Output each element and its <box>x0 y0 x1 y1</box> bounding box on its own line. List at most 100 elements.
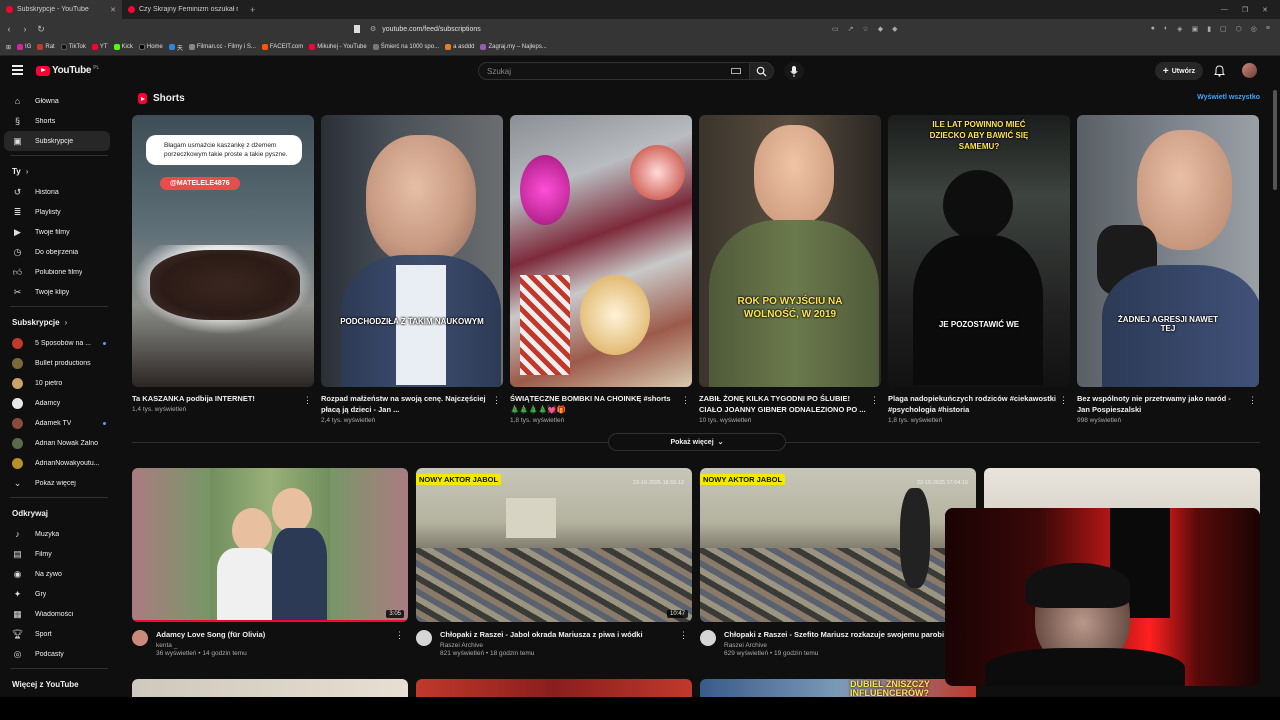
bookmark-item[interactable]: YT <box>91 44 108 50</box>
more-options-icon[interactable]: ⋮ <box>679 630 688 657</box>
extension-icon[interactable]: ● <box>1151 25 1155 33</box>
menu-icon[interactable]: ≡ <box>1266 25 1270 33</box>
sidebar-section-subscriptions[interactable]: Subskrypcje › <box>0 311 118 333</box>
video-title[interactable]: Chłopaki z Raszei - Jabol okrada Mariusz… <box>440 630 671 640</box>
sidebar-channel[interactable]: Adamek TV <box>0 413 118 433</box>
sidebar-channel[interactable]: AdrianNowakyoutu... <box>0 453 118 473</box>
sidebar-section-you[interactable]: Ty › <box>0 160 118 182</box>
search-button[interactable] <box>750 62 774 80</box>
notifications-bell-icon[interactable] <box>1214 65 1225 77</box>
extension-icon[interactable]: ◐ <box>1164 25 1168 33</box>
video-thumbnail[interactable]: DUBIEL ZNISZCZY INFLUENCERÓW? <box>700 679 976 699</box>
video-thumbnail[interactable]: NOWY AKTOR JABOL 23-10-2025 17:04:19 <box>700 468 976 622</box>
apps-icon[interactable]: ⊞ <box>6 44 11 51</box>
extension-icon[interactable]: ◆ <box>892 25 897 33</box>
sidebar-item-liked[interactable]: 👍︎ Polubione filmy <box>0 262 118 282</box>
short-thumbnail[interactable]: ILE LAT POWINNO MIEĆ DZIECKO ABY BAWIĆ S… <box>888 115 1070 387</box>
voice-search-button[interactable] <box>784 62 804 80</box>
sidebar-item-watch-later[interactable]: ◷ Do obejrzenia <box>0 242 118 262</box>
short-thumbnail[interactable]: ROK PO WYJŚCIU NA WOLNOŚĆ, W 2019 <box>699 115 881 387</box>
close-window-icon[interactable]: ✕ <box>1262 6 1268 14</box>
sidebar-item-playlists[interactable]: ≣ Playlisty <box>0 202 118 222</box>
sidebar-item-subscriptions[interactable]: ▣ Subskrypcje <box>4 131 110 151</box>
video-card[interactable]: NOWY AKTOR JABOL 23-10-2025 18:55:12 10:… <box>416 468 692 657</box>
url-field[interactable]: ⚙ youtube.com/feed/subscriptions <box>370 25 830 34</box>
short-card[interactable]: ŚWIĄTECZNE BOMBKI NA CHOINKĘ #shorts 🎄🎄🎄… <box>510 115 692 424</box>
short-title[interactable]: ZABIŁ ŻONĘ KILKA TYGODNI PO ŚLUBIE! CIAŁ… <box>699 393 881 415</box>
sidebar-item-home[interactable]: ⌂ Główna <box>0 91 118 111</box>
video-thumbnail[interactable]: 3:05 <box>132 468 408 622</box>
sidebar-toggle-icon[interactable]: ▮ <box>1207 25 1211 33</box>
bookmark-item[interactable]: Mikuhej - YouTube <box>309 44 367 50</box>
more-options-icon[interactable]: ⋮ <box>1059 395 1068 406</box>
extension-icon[interactable]: ▣ <box>1192 25 1199 33</box>
keyboard-icon[interactable] <box>731 68 741 74</box>
profile-icon[interactable]: ◎ <box>1251 25 1257 33</box>
channel-name[interactable]: Raszei Archive <box>724 642 955 649</box>
sidebar-channel[interactable]: 10 pietro <box>0 373 118 393</box>
channel-avatar[interactable] <box>132 630 148 646</box>
create-button[interactable]: + Utwórz <box>1155 62 1203 80</box>
sidebar-channel[interactable]: Adamcy <box>0 393 118 413</box>
see-all-link[interactable]: Wyświetl wszystko <box>1197 94 1260 101</box>
more-options-icon[interactable]: ⋮ <box>395 630 404 657</box>
bookmark-item[interactable]: Filman.cc - Filmy i S... <box>188 44 256 50</box>
bookmark-item[interactable]: Śmierć na 1000 spo... <box>372 44 439 50</box>
sidebar-item-podcasts[interactable]: ◎ Podcasty <box>0 644 118 664</box>
sidebar-item-clips[interactable]: ✂ Twoje klipy <box>0 282 118 302</box>
sidebar-item-sport[interactable]: 🏆︎ Sport <box>0 624 118 644</box>
extension-icon[interactable]: ⬡ <box>1236 25 1242 33</box>
sidebar-item-history[interactable]: ↺ Historia <box>0 182 118 202</box>
channel-avatar[interactable] <box>700 630 716 646</box>
bookmark-icon[interactable] <box>354 25 360 33</box>
short-thumbnail[interactable]: PODCHODZIŁA Z TAKIM NAUKOWYM <box>321 115 503 387</box>
shorts-show-more-button[interactable]: Pokaż więcej ⌄ <box>608 433 786 451</box>
bookmark-item[interactable]: Zagraj.my – Najleps... <box>480 44 547 50</box>
new-tab-icon[interactable]: + <box>244 5 261 15</box>
short-thumbnail[interactable]: ŻADNEJ AGRESJI NAWET TEJ <box>1077 115 1259 387</box>
short-card[interactable]: ILE LAT POWINNO MIEĆ DZIECKO ABY BAWIĆ S… <box>888 115 1070 424</box>
sidebar-channel[interactable]: Bullet productions <box>0 353 118 373</box>
tab-icon[interactable]: ▢ <box>1220 25 1227 33</box>
sidebar-item-films[interactable]: ▤ Filmy <box>0 544 118 564</box>
short-title[interactable]: Ta KASZANKA podbija INTERNET! <box>132 393 314 404</box>
minimize-icon[interactable]: — <box>1221 6 1228 14</box>
short-title[interactable]: Plaga nadopiekuńczych rodziców #ciekawos… <box>888 393 1070 415</box>
avatar[interactable] <box>1242 63 1257 78</box>
sidebar-channel[interactable]: Adrian Nowak Zalno <box>0 433 118 453</box>
video-thumbnail[interactable] <box>416 679 692 699</box>
hamburger-menu-icon[interactable] <box>12 65 23 75</box>
bookmark-item[interactable]: Home <box>138 44 163 50</box>
short-card[interactable]: Błagam usmażcie kaszankę z dżemem porzec… <box>132 115 314 413</box>
sidebar-item-live[interactable]: ◉ Na żywo <box>0 564 118 584</box>
install-icon[interactable]: ▭ <box>832 25 839 33</box>
browser-tab[interactable]: Czy Skrajny Feminizm oszukał młodzi... <box>122 0 244 19</box>
close-tab-icon[interactable]: ✕ <box>110 6 116 14</box>
short-thumbnail[interactable]: Błagam usmażcie kaszankę z dżemem porzec… <box>132 115 314 387</box>
bookmark-item[interactable]: 天 <box>168 43 183 52</box>
short-title[interactable]: Bez wspólnoty nie przetrwamy jako naród … <box>1077 393 1259 415</box>
reload-icon[interactable]: ↻ <box>34 24 48 35</box>
bookmark-item[interactable]: a asddd <box>445 44 474 50</box>
channel-name[interactable]: kenta _ <box>156 642 387 649</box>
channel-name[interactable]: Raszei Archive <box>440 642 671 649</box>
video-thumbnail[interactable]: NOWY AKTOR JABOL 23-10-2025 18:55:12 10:… <box>416 468 692 622</box>
extension-icon[interactable]: ◆ <box>878 25 883 33</box>
video-title[interactable]: Adamcy Love Song (für Olivia) <box>156 630 387 640</box>
short-thumbnail[interactable] <box>510 115 692 387</box>
short-card[interactable]: ŻADNEJ AGRESJI NAWET TEJ Bez wspólnoty n… <box>1077 115 1259 424</box>
channel-avatar[interactable] <box>416 630 432 646</box>
browser-tab-active[interactable]: Subskrypcje - YouTube ✕ <box>0 0 122 19</box>
maximize-icon[interactable]: ❐ <box>1242 6 1248 14</box>
page-scrollbar[interactable] <box>1273 90 1277 190</box>
sidebar-item-gaming[interactable]: ✦ Gry <box>0 584 118 604</box>
more-options-icon[interactable]: ⋮ <box>492 395 501 406</box>
bookmark-item[interactable]: FACEIT.com <box>261 44 303 50</box>
video-card[interactable]: NOWY AKTOR JABOL 23-10-2025 17:04:19 Chł… <box>700 468 976 657</box>
bookmark-item[interactable]: IG <box>17 44 31 50</box>
more-options-icon[interactable]: ⋮ <box>1248 395 1257 406</box>
site-info-icon[interactable]: ⚙ <box>370 25 376 33</box>
video-title[interactable]: Chłopaki z Raszei - Szefito Mariusz rozk… <box>724 630 955 640</box>
video-card[interactable]: 3:05 Adamcy Love Song (für Olivia) kenta… <box>132 468 408 657</box>
sidebar-channel[interactable]: 5 Sposobów na ... <box>0 333 118 353</box>
